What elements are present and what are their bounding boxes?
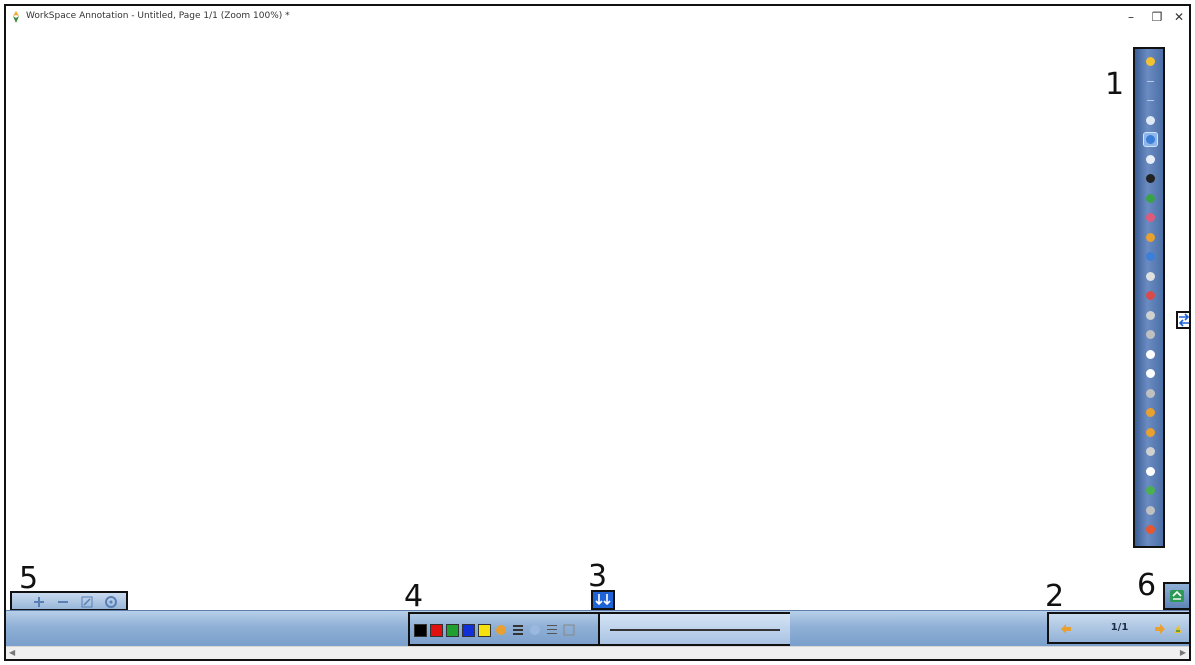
toolbar-grip-icon xyxy=(1144,94,1157,107)
app-logo-icon xyxy=(13,11,19,23)
undo-icon[interactable] xyxy=(1144,406,1157,419)
pen-settings-toolbar xyxy=(408,612,790,646)
workspace-logo-icon[interactable] xyxy=(1144,55,1157,68)
line-style-icon[interactable] xyxy=(545,623,559,637)
scroll-left-arrow-icon[interactable]: ◀ xyxy=(9,648,15,657)
color-swatch-2[interactable] xyxy=(430,624,443,637)
zoom-toolbar xyxy=(10,591,128,611)
callout-number-5: 5 xyxy=(19,561,39,596)
zoom-out-icon[interactable] xyxy=(56,595,70,609)
clear-page-icon[interactable] xyxy=(1144,328,1157,341)
line-style-preview[interactable] xyxy=(598,614,790,644)
highlighter-icon[interactable] xyxy=(1144,192,1157,205)
hand-pan-icon[interactable] xyxy=(1144,114,1157,127)
link-icon[interactable] xyxy=(1144,504,1157,517)
color-swatch-5[interactable] xyxy=(478,624,491,637)
callout-number-1: 1 xyxy=(1105,67,1125,102)
toolbar-side-toggle[interactable] xyxy=(1176,311,1189,329)
color-swatch-1[interactable] xyxy=(414,624,427,637)
settings-icon[interactable] xyxy=(104,595,118,609)
edit-icon[interactable] xyxy=(80,595,94,609)
save-icon[interactable] xyxy=(1144,445,1157,458)
title-bar: WorkSpace Annotation - Untitled, Page 1/… xyxy=(6,6,1189,32)
new-page-icon[interactable] xyxy=(1144,348,1157,361)
print-icon[interactable] xyxy=(1144,465,1157,478)
desktop-mode-icon xyxy=(1170,590,1184,602)
page-indicator: 1/1 xyxy=(1110,622,1129,633)
annotation-canvas[interactable] xyxy=(6,32,1126,582)
custom-color-icon[interactable] xyxy=(494,623,508,637)
duplicate-page-icon[interactable] xyxy=(1144,367,1157,380)
color-swatch-4[interactable] xyxy=(462,624,475,637)
color-swatch-3[interactable] xyxy=(446,624,459,637)
pen-icon[interactable] xyxy=(1144,172,1157,185)
desktop-mode-button[interactable] xyxy=(1163,582,1189,610)
swap-sides-icon xyxy=(1178,313,1189,327)
window-title: WorkSpace Annotation - Untitled, Page 1/… xyxy=(26,11,290,21)
previous-page-icon[interactable] xyxy=(1059,622,1073,636)
shape-icon[interactable] xyxy=(1144,250,1157,263)
page-navigation: 1/1 xyxy=(1047,612,1189,644)
line-preview-stroke xyxy=(610,629,780,631)
add-page-icon[interactable] xyxy=(1171,622,1185,636)
fill-icon[interactable] xyxy=(562,623,576,637)
horizontal-scrollbar[interactable]: ◀ ▶ xyxy=(6,646,1189,659)
resources-icon[interactable] xyxy=(1144,484,1157,497)
area-eraser-icon[interactable] xyxy=(1144,231,1157,244)
callout-number-6: 6 xyxy=(1137,568,1157,603)
application-window: WorkSpace Annotation - Untitled, Page 1/… xyxy=(4,4,1191,661)
next-page-icon[interactable] xyxy=(1153,622,1167,636)
zoom-in-icon[interactable] xyxy=(32,595,46,609)
eraser-icon[interactable] xyxy=(1144,211,1157,224)
toolbar-grip-icon xyxy=(1144,75,1157,88)
callout-number-2: 2 xyxy=(1045,579,1065,614)
callout-number-4: 4 xyxy=(404,579,424,614)
expand-toolbar-button[interactable] xyxy=(591,590,615,610)
screen-capture-icon[interactable] xyxy=(1144,387,1157,400)
line-width-icon[interactable] xyxy=(511,623,525,637)
close-button[interactable]: ✕ xyxy=(1166,8,1189,26)
stamp-icon[interactable] xyxy=(1144,309,1157,322)
minimize-button[interactable]: – xyxy=(1118,8,1144,26)
callout-number-3: 3 xyxy=(588,559,608,594)
select-pointer-icon[interactable] xyxy=(1144,153,1157,166)
transparency-icon[interactable] xyxy=(528,623,542,637)
insert-image-icon[interactable] xyxy=(1144,289,1157,302)
text-icon[interactable] xyxy=(1144,270,1157,283)
expand-arrows-icon xyxy=(593,592,613,608)
exit-icon[interactable] xyxy=(1144,523,1157,536)
scroll-right-arrow-icon[interactable]: ▶ xyxy=(1180,648,1186,657)
vertical-toolbar xyxy=(1133,47,1165,548)
zoom-select-icon[interactable] xyxy=(1143,132,1158,147)
redo-icon[interactable] xyxy=(1144,426,1157,439)
